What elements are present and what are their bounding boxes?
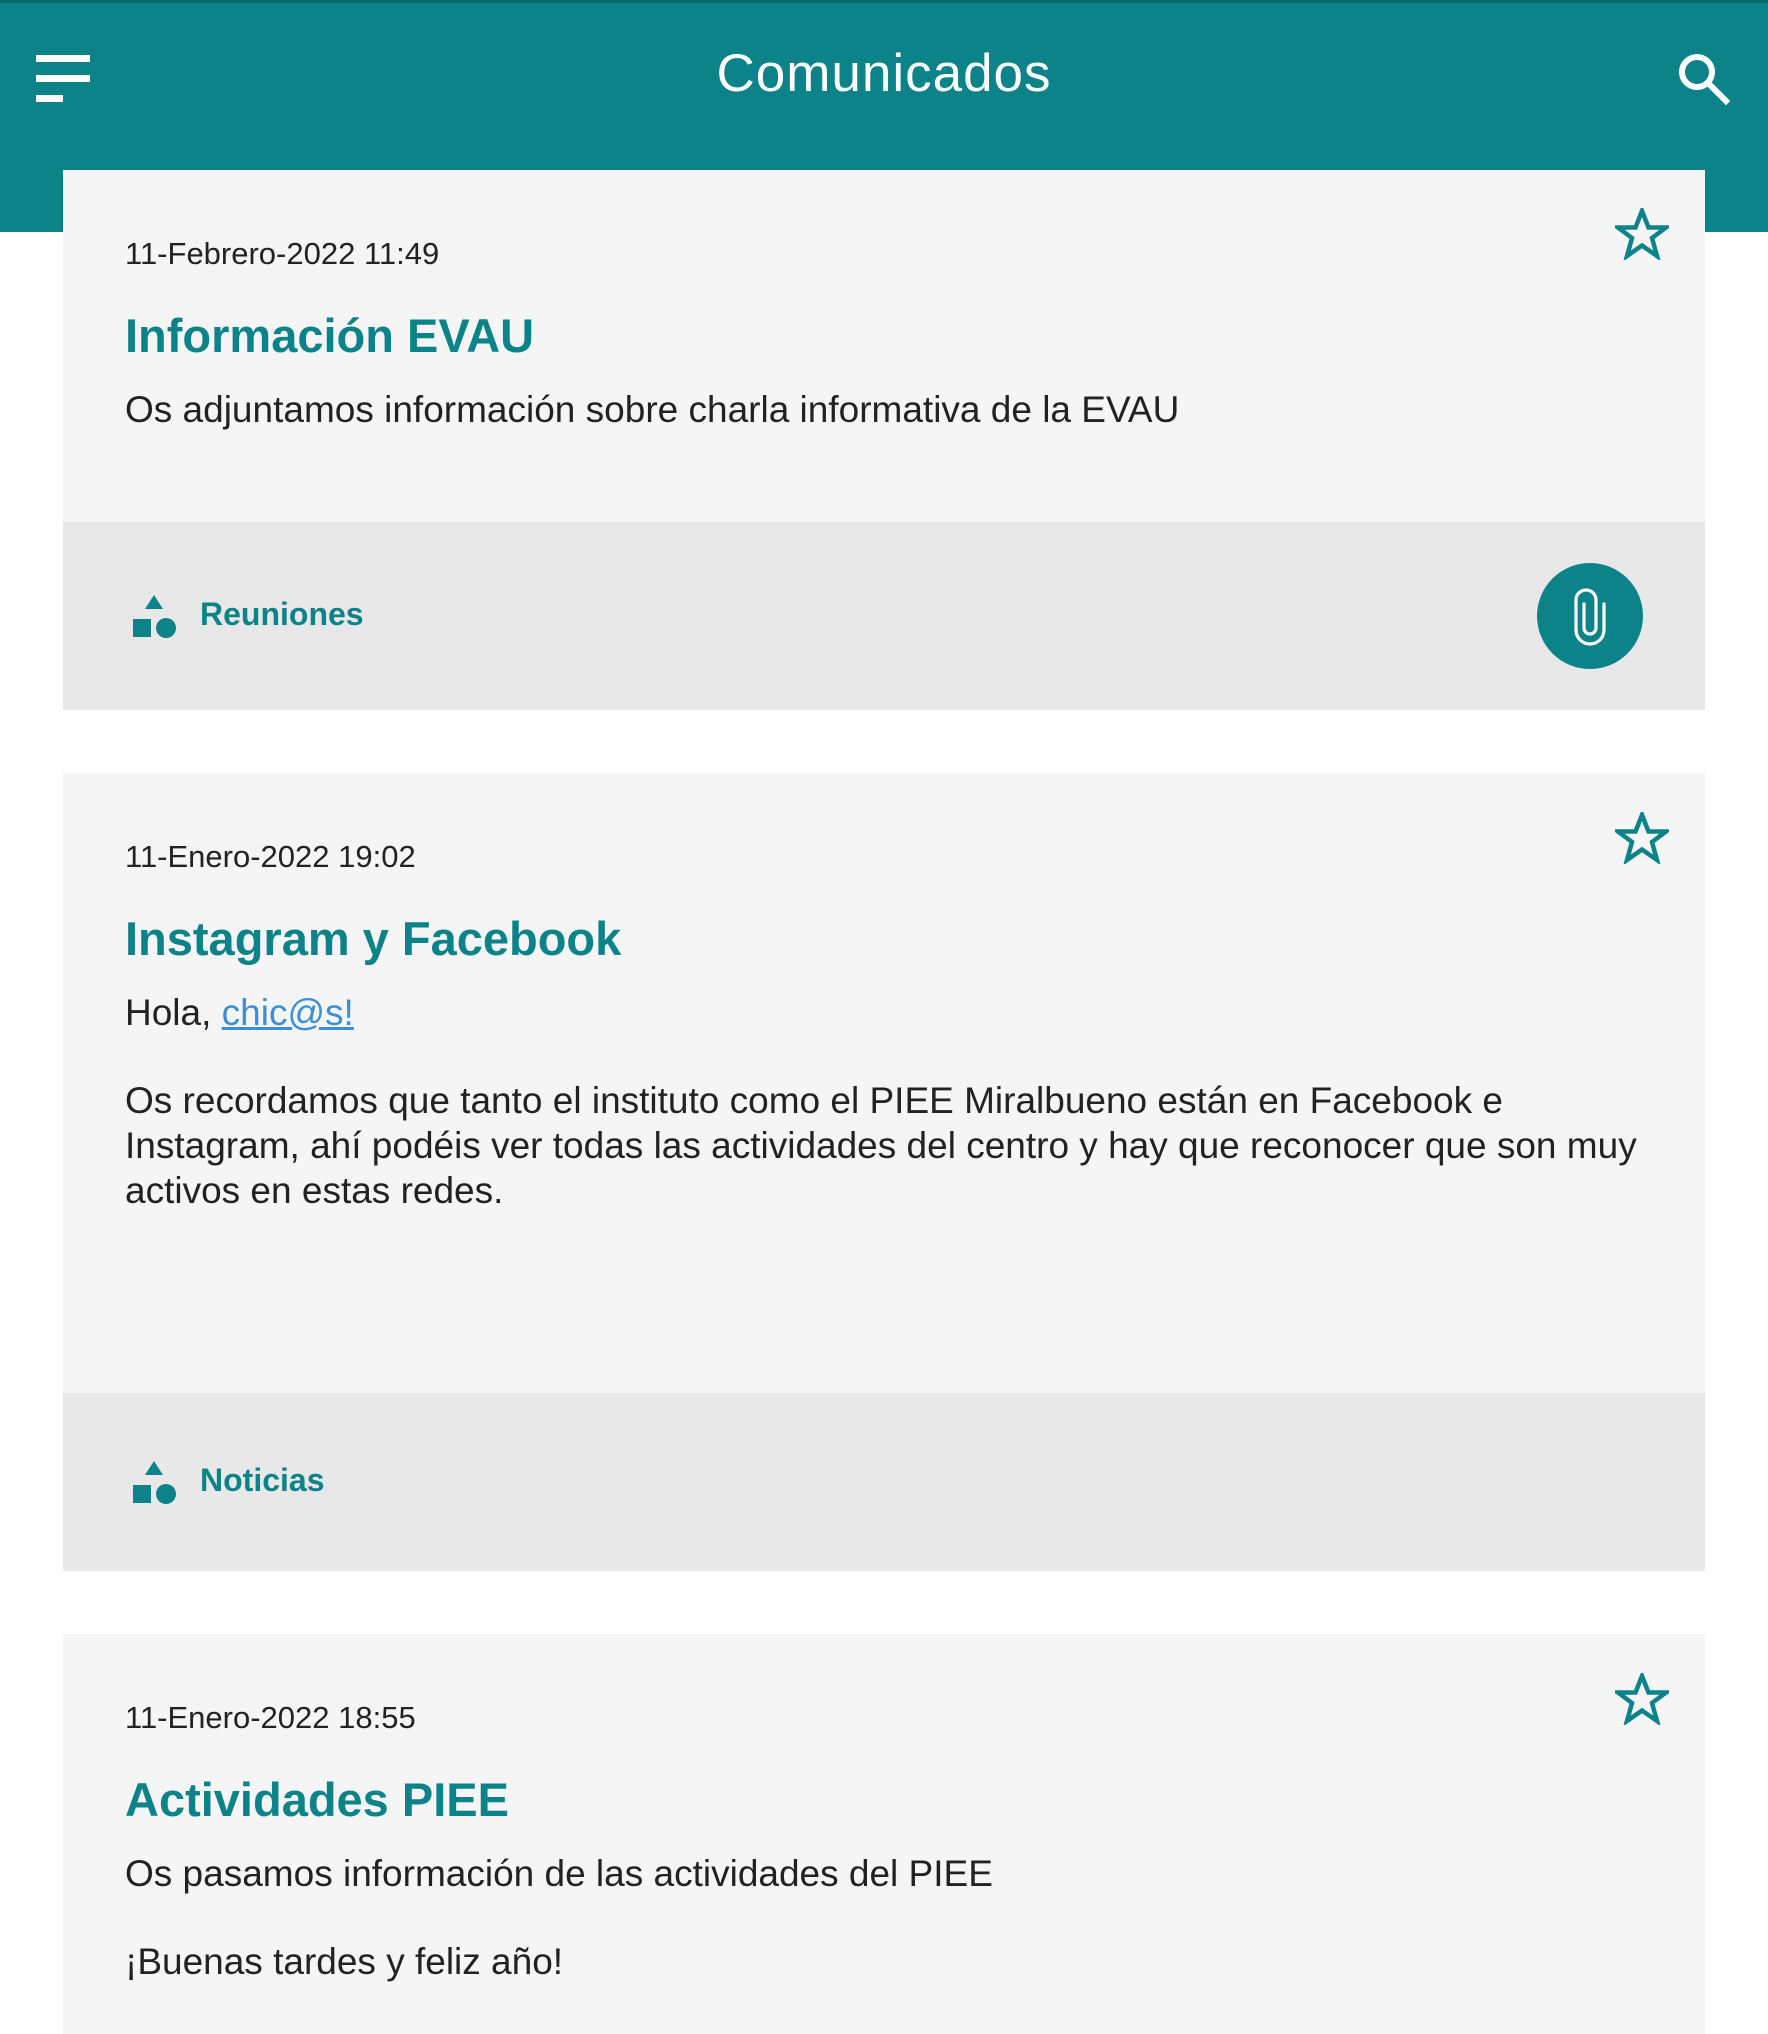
message-paragraph: ¡Buenas tardes y feliz año! (125, 1941, 564, 1982)
message-title[interactable]: Instagram y Facebook (125, 911, 621, 966)
page-title: Comunicados (716, 44, 1052, 103)
greeting-text: Hola, (125, 992, 222, 1033)
message-card-body[interactable]: 11-Enero-2022 19:02 Instagram y Facebook… (63, 773, 1705, 1393)
message-body: Os adjuntamos información sobre charla i… (125, 387, 1645, 432)
search-button[interactable] (1676, 51, 1732, 107)
search-icon (1679, 54, 1731, 106)
message-title[interactable]: Información EVAU (125, 308, 534, 363)
favorite-button[interactable] (1611, 204, 1673, 262)
message-footer: Reuniones (63, 522, 1705, 710)
message-card[interactable]: 11-Enero-2022 19:02 Instagram y Facebook… (63, 773, 1705, 1571)
greeting-link[interactable]: chic@s! (222, 992, 354, 1033)
message-card-body[interactable]: 11-Enero-2022 18:55 Actividades PIEE Os … (63, 1634, 1705, 2034)
message-card[interactable]: 11-Enero-2022 18:55 Actividades PIEE Os … (63, 1634, 1705, 2034)
message-title[interactable]: Actividades PIEE (125, 1772, 509, 1827)
paperclip-icon (1574, 588, 1606, 646)
message-date: 11-Febrero-2022 11:49 (125, 236, 440, 271)
star-outline-icon (1611, 808, 1673, 866)
message-footer: Noticias (63, 1393, 1705, 1571)
star-outline-icon (1611, 1669, 1673, 1727)
shapes-icon (133, 595, 176, 638)
message-paragraph: Os adjuntamos información sobre charla i… (125, 389, 1180, 430)
category-label[interactable]: Reuniones (200, 596, 364, 633)
favorite-button[interactable] (1611, 1669, 1673, 1727)
category-label[interactable]: Noticias (200, 1462, 324, 1499)
message-paragraph: Os recordamos que tanto el instituto com… (125, 1080, 1637, 1211)
attachment-button[interactable] (1537, 563, 1643, 669)
message-paragraph: Os pasamos información de las actividade… (125, 1853, 993, 1894)
message-date: 11-Enero-2022 19:02 (125, 839, 416, 874)
shapes-icon (133, 1461, 176, 1504)
star-outline-icon (1611, 204, 1673, 262)
favorite-button[interactable] (1611, 808, 1673, 866)
message-greeting: Hola, chic@s! (125, 990, 1645, 1035)
message-body: Os pasamos información de las actividade… (125, 1851, 1645, 1984)
message-card[interactable]: 11-Febrero-2022 11:49 Información EVAU O… (63, 170, 1705, 710)
message-card-body[interactable]: 11-Febrero-2022 11:49 Información EVAU O… (63, 170, 1705, 522)
message-date: 11-Enero-2022 18:55 (125, 1700, 416, 1735)
message-body: Hola, chic@s! Os recordamos que tanto el… (125, 990, 1645, 1213)
